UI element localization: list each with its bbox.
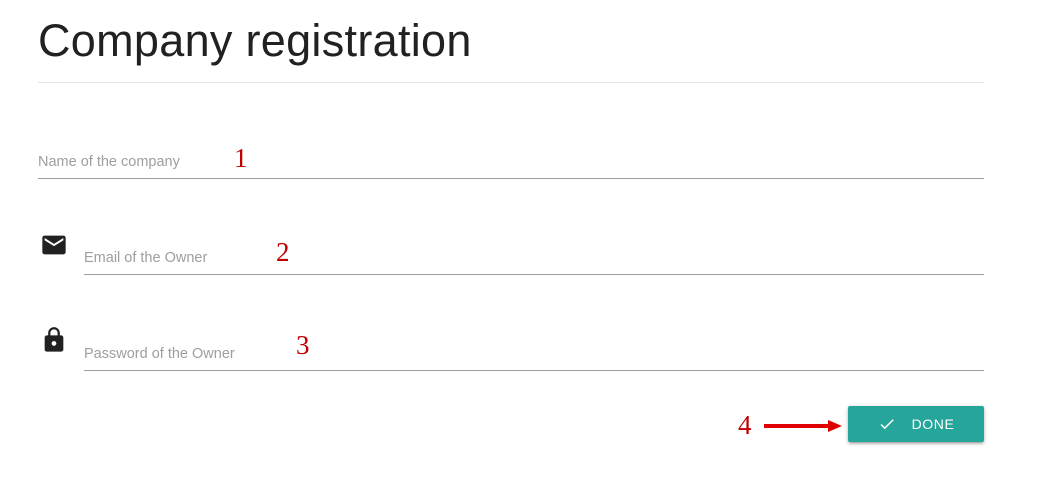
- title-divider: [38, 82, 984, 83]
- annotation-marker-3: 3: [296, 330, 310, 360]
- done-button-label: DONE: [911, 416, 955, 432]
- annotation-arrow-icon: [762, 416, 844, 436]
- annotation-marker-4: 4: [738, 410, 752, 440]
- company-name-field: [38, 146, 984, 179]
- company-name-input[interactable]: [38, 152, 984, 172]
- done-button[interactable]: DONE: [848, 406, 984, 442]
- email-icon: [40, 231, 68, 259]
- owner-password-field: [84, 338, 984, 371]
- lock-icon: [40, 326, 68, 354]
- page-title: Company registration: [38, 15, 472, 66]
- owner-email-input[interactable]: [84, 248, 984, 268]
- owner-email-field: [84, 242, 984, 275]
- annotation-marker-2: 2: [276, 237, 290, 267]
- owner-password-input[interactable]: [84, 344, 984, 364]
- check-icon: [878, 415, 896, 433]
- annotation-marker-1: 1: [234, 143, 248, 173]
